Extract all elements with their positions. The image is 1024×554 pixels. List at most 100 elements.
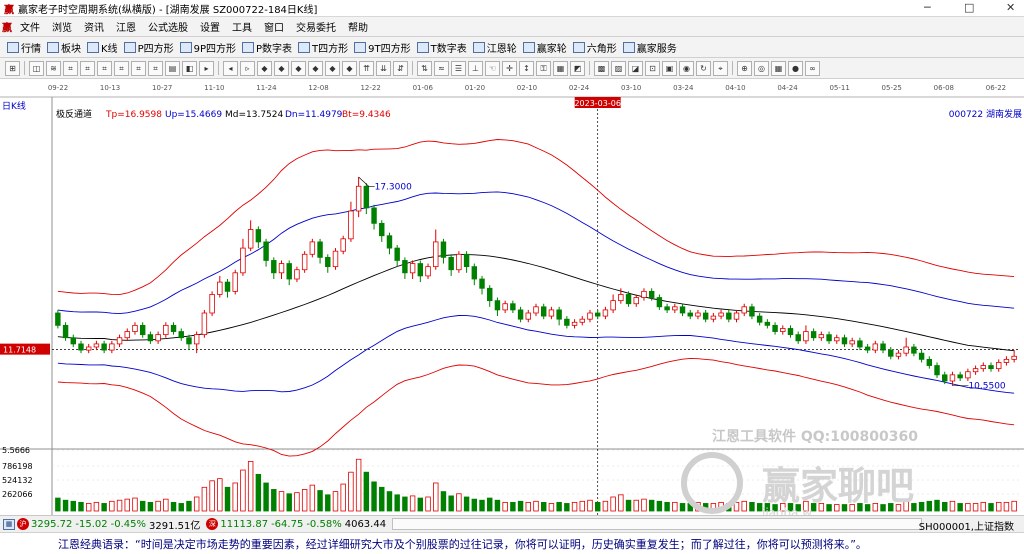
draw-tool-icon[interactable]: ◩ — [570, 60, 585, 76]
draw-tool-icon[interactable]: ≋ — [46, 60, 61, 76]
draw-tool-icon[interactable]: ⇈ — [359, 60, 374, 76]
draw-tool-icon[interactable]: ◉ — [679, 60, 694, 76]
toolbar-button-3[interactable]: P四方形 — [121, 38, 177, 56]
menu-item-7[interactable]: 窗口 — [258, 19, 290, 34]
draw-tool-icon[interactable]: ● — [788, 60, 803, 76]
date-tick-label: 02-10 — [517, 84, 537, 92]
draw-tool-icon[interactable]: ◫ — [29, 60, 44, 76]
toolbar-button-10[interactable]: 赢家轮 — [520, 38, 570, 56]
toolbar-button-9[interactable]: 江恩轮 — [470, 38, 520, 56]
menu-item-5[interactable]: 设置 — [194, 19, 226, 34]
volume-bar — [602, 500, 609, 512]
draw-tool-icon[interactable]: ▤ — [165, 60, 180, 76]
volume-bar — [93, 501, 100, 512]
draw-tool-icon[interactable]: ◪ — [628, 60, 643, 76]
toolbar-button-5[interactable]: P数字表 — [239, 38, 295, 56]
draw-tool-icon[interactable]: ⚿ — [536, 60, 551, 76]
draw-tool-icon[interactable]: ◆ — [274, 60, 289, 76]
sz-badge-icon: 深 — [206, 518, 219, 530]
draw-tool-icon[interactable]: ▦ — [771, 60, 786, 76]
draw-tool-icon[interactable]: ⌖ — [713, 60, 728, 76]
candle-body — [93, 343, 100, 348]
draw-tool-icon[interactable]: ⌗ — [63, 60, 78, 76]
candle-body — [587, 312, 593, 320]
toolbar-button-6[interactable]: T四方形 — [295, 38, 351, 56]
draw-tool-icon[interactable]: ⊕ — [737, 60, 752, 76]
chart-area[interactable]: 09-22 10-13 10-27 11-10 11-24 12-08 12-22 01-06… — [0, 79, 1024, 520]
scrollbar-track[interactable] — [392, 518, 923, 530]
draw-tool-icon[interactable]: ⌗ — [97, 60, 112, 76]
status-bar: ▦ 沪 3295.72 -15.02 -0.45% 3291.51亿 深 111… — [0, 515, 1024, 533]
candle-body — [610, 300, 616, 311]
draw-tool-icon[interactable]: ⊡ — [645, 60, 660, 76]
date-tick-label: 10-13 — [100, 84, 120, 92]
draw-tool-icon[interactable]: ⌗ — [80, 60, 95, 76]
toolbar-label: K线 — [101, 43, 118, 55]
toolbar-label: P数字表 — [256, 43, 293, 55]
menu-item-6[interactable]: 工具 — [226, 19, 258, 34]
draw-tool-icon[interactable]: ▣ — [662, 60, 677, 76]
minimize-button[interactable]: ─ — [924, 1, 931, 14]
p-square-icon — [123, 41, 136, 53]
draw-tool-icon[interactable]: ↕ — [519, 60, 534, 76]
draw-tool-icon[interactable]: ⇅ — [417, 60, 432, 76]
draw-tool-icon[interactable]: ▸ — [199, 60, 214, 76]
candle-body — [718, 312, 724, 317]
draw-tool-icon[interactable]: ⌗ — [114, 60, 129, 76]
candle-body — [193, 334, 200, 345]
draw-tool-icon[interactable]: ◆ — [291, 60, 306, 76]
menu-item-1[interactable]: 浏览 — [46, 19, 78, 34]
draw-tool-icon[interactable]: ▩ — [594, 60, 609, 76]
draw-tool-icon[interactable]: ◧ — [182, 60, 197, 76]
toolbar-button-1[interactable]: 板块 — [44, 38, 84, 56]
kline-chart[interactable]: 09-22 10-13 10-27 11-10 11-24 12-08 12-22 01-06… — [0, 79, 1024, 520]
draw-tool-icon[interactable]: ✛ — [502, 60, 517, 76]
draw-tool-icon[interactable]: ☜ — [485, 60, 500, 76]
close-button[interactable]: ✕ — [1006, 1, 1015, 14]
draw-tool-icon[interactable]: ◎ — [754, 60, 769, 76]
toolbar-button-11[interactable]: 六角形 — [570, 38, 620, 56]
candle-body — [217, 281, 223, 295]
toolbar-button-8[interactable]: T数字表 — [414, 38, 470, 56]
toolbar-button-2[interactable]: K线 — [84, 38, 121, 56]
toolbar-button-12[interactable]: 赢家服务 — [620, 38, 680, 56]
toolbar-button-4[interactable]: 9P四方形 — [177, 38, 239, 56]
draw-tool-icon[interactable]: ≈ — [434, 60, 449, 76]
draw-tool-icon[interactable]: ⊥ — [468, 60, 483, 76]
candle-body — [594, 312, 601, 317]
index-code[interactable]: SH000001,上证指数 — [919, 518, 1014, 533]
grid-icon[interactable]: ▦ — [3, 518, 15, 530]
candle-body — [448, 256, 454, 271]
draw-tool-icon[interactable]: ⊞ — [5, 60, 20, 76]
candle-body — [78, 343, 84, 351]
menu-item-8[interactable]: 交易委托 — [290, 19, 342, 34]
toolbar-button-0[interactable]: 行情 — [4, 38, 44, 56]
draw-tool-icon[interactable]: ▹ — [240, 60, 255, 76]
draw-tool-icon[interactable]: ⇵ — [393, 60, 408, 76]
draw-tool-icon[interactable]: ▦ — [553, 60, 568, 76]
draw-tool-icon[interactable]: ◆ — [257, 60, 272, 76]
draw-tool-icon[interactable]: ∞ — [805, 60, 820, 76]
draw-tool-icon[interactable]: ◂ — [223, 60, 238, 76]
menu-item-4[interactable]: 公式选股 — [142, 19, 194, 34]
draw-tool-icon[interactable]: ◆ — [325, 60, 340, 76]
draw-tool-icon[interactable]: ▨ — [611, 60, 626, 76]
candle-body — [510, 303, 516, 311]
draw-tool-icon[interactable]: ⇊ — [376, 60, 391, 76]
draw-tool-icon[interactable]: ⌗ — [131, 60, 146, 76]
draw-tool-icon[interactable]: ⌗ — [148, 60, 163, 76]
menu-item-0[interactable]: 文件 — [14, 19, 46, 34]
menu-item-9[interactable]: 帮助 — [342, 19, 374, 34]
volume-bar — [224, 486, 231, 512]
volume-bar — [965, 503, 971, 512]
menu-item-2[interactable]: 资讯 — [78, 19, 110, 34]
maximize-button[interactable]: □ — [964, 1, 974, 14]
draw-tool-icon[interactable]: ◆ — [308, 60, 323, 76]
volume-bar — [672, 501, 678, 512]
draw-tool-icon[interactable]: ☰ — [451, 60, 466, 76]
draw-tool-icon[interactable]: ↻ — [696, 60, 711, 76]
menu-item-3[interactable]: 江恩 — [110, 19, 142, 34]
draw-tool-icon[interactable]: ◆ — [342, 60, 357, 76]
toolbar-button-7[interactable]: 9T四方形 — [351, 38, 413, 56]
candle-body — [540, 306, 547, 317]
